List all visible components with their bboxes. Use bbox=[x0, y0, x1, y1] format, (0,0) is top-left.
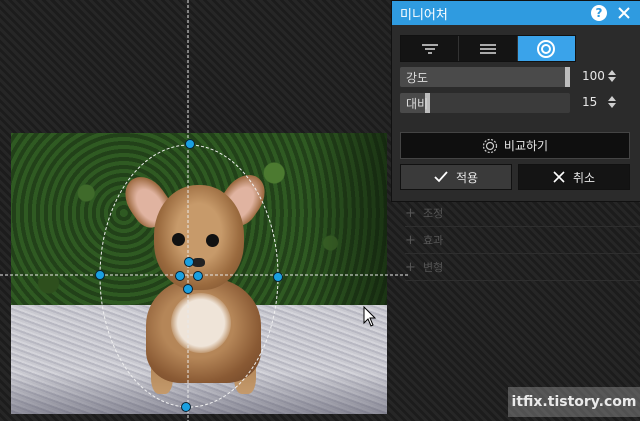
plus-icon: + bbox=[405, 205, 416, 221]
slider-label: 강도 bbox=[406, 71, 429, 85]
tab-linear[interactable] bbox=[459, 36, 518, 61]
strength-slider[interactable]: 강도 100 bbox=[400, 67, 630, 87]
compare-button[interactable]: 비교하기 bbox=[400, 132, 630, 159]
photo-image[interactable] bbox=[11, 133, 387, 414]
contrast-slider[interactable]: 대비 15 bbox=[400, 93, 630, 113]
menu-lines-icon bbox=[479, 43, 496, 54]
section-list: + 조정 + 효과 + 변형 bbox=[405, 200, 640, 281]
compare-icon bbox=[482, 138, 498, 153]
watermark: itfix.tistory.com bbox=[508, 387, 640, 417]
check-icon bbox=[434, 171, 448, 183]
close-icon bbox=[553, 171, 565, 183]
slider-label: 대비 bbox=[406, 97, 429, 111]
close-icon[interactable] bbox=[615, 4, 633, 22]
chevron-down-icon[interactable] bbox=[607, 103, 616, 108]
section-item-effects[interactable]: + 효과 bbox=[405, 227, 640, 254]
slider-value[interactable]: 15 bbox=[582, 95, 597, 109]
apply-button[interactable]: 적용 bbox=[400, 164, 512, 190]
chevron-down-icon[interactable] bbox=[607, 77, 616, 82]
value-stepper[interactable] bbox=[607, 94, 616, 112]
chevron-up-icon[interactable] bbox=[607, 70, 616, 75]
tab-radial[interactable] bbox=[517, 36, 575, 61]
action-row: 적용 취소 bbox=[400, 164, 630, 190]
mode-tabs bbox=[400, 35, 576, 62]
help-button[interactable]: ? bbox=[591, 5, 607, 21]
mouse-cursor-icon bbox=[363, 306, 377, 327]
miniature-panel: 미니어처 ? 강도 100 대비 15 비교하기 적용 취소 bbox=[391, 0, 640, 202]
concentric-circles-icon bbox=[537, 39, 556, 58]
slider-value[interactable]: 100 bbox=[582, 69, 605, 83]
panel-title: 미니어처 bbox=[400, 7, 448, 23]
cancel-button[interactable]: 취소 bbox=[518, 164, 630, 190]
panel-header: 미니어처 ? bbox=[392, 1, 640, 25]
plus-icon: + bbox=[405, 232, 416, 248]
tab-filter[interactable] bbox=[401, 36, 460, 61]
slider-thumb[interactable] bbox=[565, 67, 570, 87]
chevron-up-icon[interactable] bbox=[607, 96, 616, 101]
value-stepper[interactable] bbox=[607, 68, 616, 86]
section-item-transform[interactable]: + 변형 bbox=[405, 254, 640, 281]
section-item-adjust[interactable]: + 조정 bbox=[405, 200, 640, 227]
plus-icon: + bbox=[405, 259, 416, 275]
filter-lines-icon bbox=[421, 43, 438, 54]
